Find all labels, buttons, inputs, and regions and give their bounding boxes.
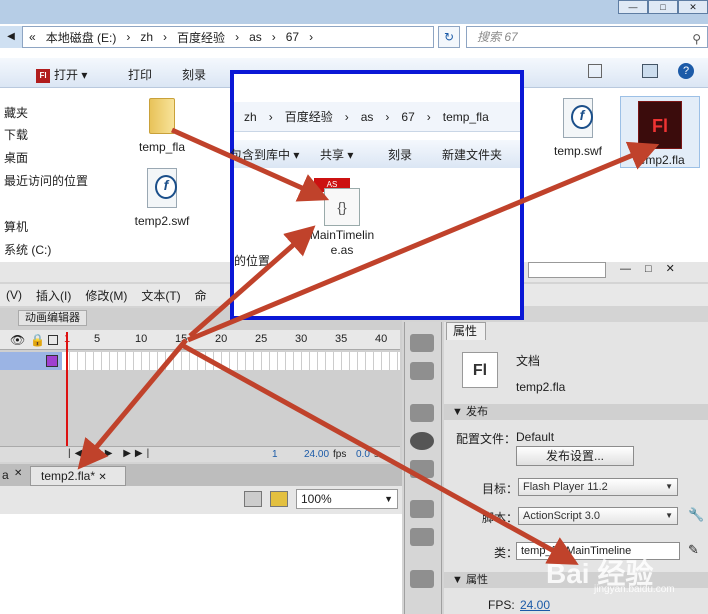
- annotation-arrows: [77, 127, 660, 565]
- baidu-watermark-url: jingyan.baidu.com: [594, 584, 675, 595]
- arrow-to-fla: [187, 141, 660, 343]
- arrow-to-class-field: [178, 341, 579, 565]
- arrow-folder-to-as: [170, 127, 330, 202]
- arrow-to-as-file: [188, 225, 316, 338]
- arrow-to-doc-tab: [77, 338, 188, 470]
